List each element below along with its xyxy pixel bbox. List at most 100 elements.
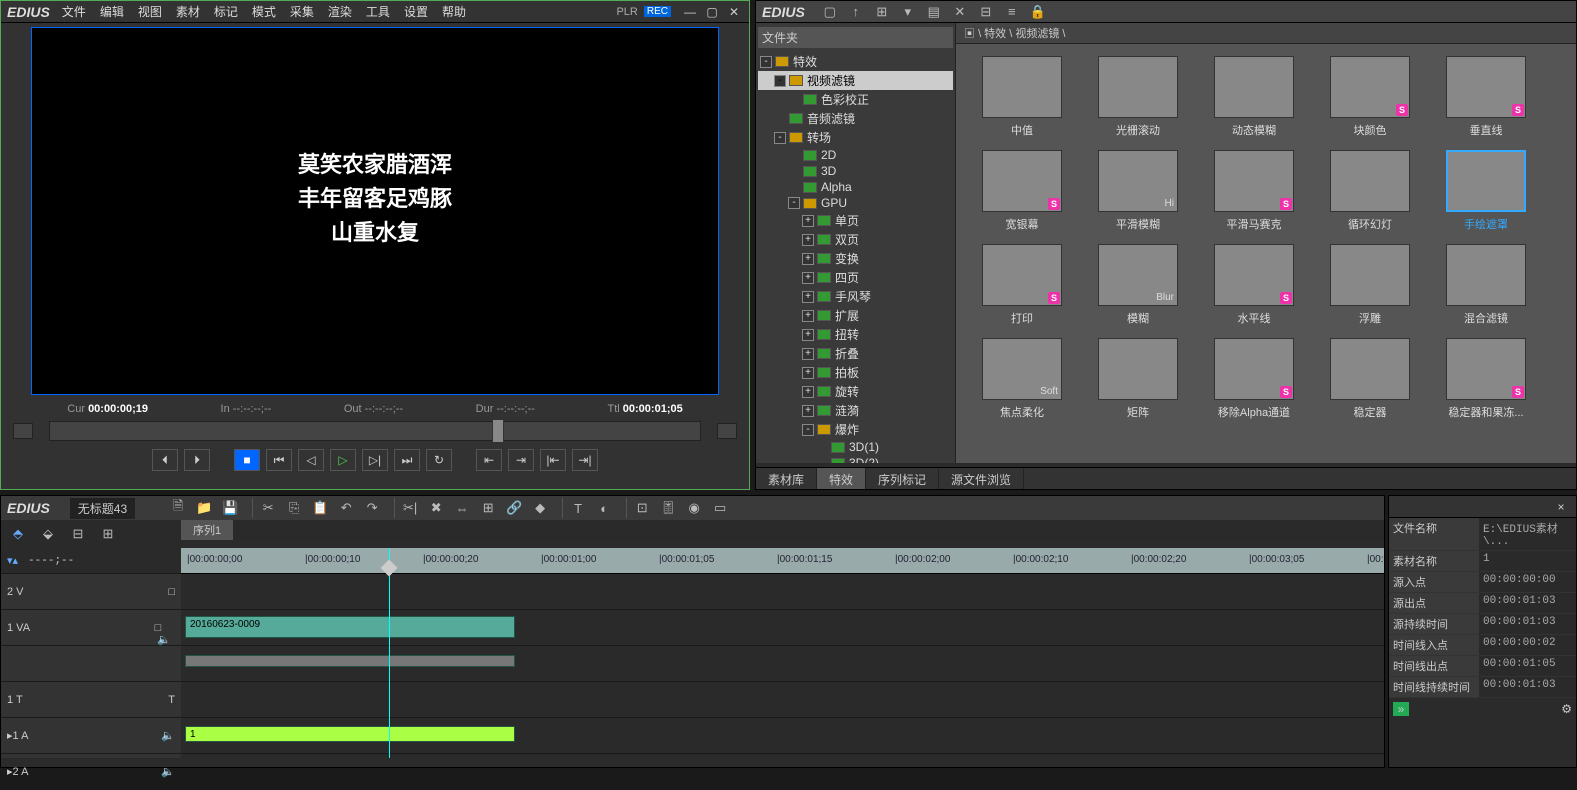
view-icon[interactable]: ▤ [923, 2, 945, 22]
expand-icon[interactable]: + [802, 215, 814, 227]
set-out-button[interactable]: ⇥ [508, 449, 534, 471]
grid-icon[interactable]: ⊟ [975, 2, 997, 22]
shuttle-right[interactable] [717, 423, 737, 439]
expand-icon[interactable]: + [802, 234, 814, 246]
tool-open[interactable]: 📁 [193, 498, 215, 518]
tool-razor[interactable]: ✂| [399, 498, 421, 518]
expand-icon[interactable]: + [802, 405, 814, 417]
up-icon[interactable]: ↑ [845, 1, 867, 21]
menu-素材[interactable]: 素材 [176, 5, 200, 19]
tree-node-单页[interactable]: +单页 [758, 211, 953, 230]
goto-in-button[interactable]: |⇤ [540, 449, 566, 471]
audio-waveform[interactable] [185, 655, 515, 667]
tree-node-扩展[interactable]: +扩展 [758, 306, 953, 325]
tree-node-转场[interactable]: -转场 [758, 128, 953, 147]
goto-out-button[interactable]: ⇥| [572, 449, 598, 471]
tab-素材库[interactable]: 素材库 [756, 468, 817, 489]
tree-node-音频滤镜[interactable]: 音频滤镜 [758, 109, 953, 128]
tree-node-爆炸[interactable]: -爆炸 [758, 420, 953, 439]
expand-icon[interactable]: + [802, 348, 814, 360]
effect-浮雕[interactable]: 浮雕 [1316, 244, 1424, 326]
effects-tree[interactable]: 文件夹 -特效-视频滤镜色彩校正音频滤镜-转场2D3DAlpha-GPU+单页+… [756, 23, 956, 463]
playhead[interactable] [389, 548, 390, 758]
effect-块颜色[interactable]: S块颜色 [1316, 56, 1424, 138]
track-▸1 A[interactable]: ▸1 A🔈 [1, 718, 181, 754]
x-icon[interactable]: ✕ [949, 2, 971, 22]
tool-marker[interactable]: ◆ [529, 498, 551, 518]
track-1 VA[interactable]: 1 VA□🔈 [1, 610, 181, 646]
effect-垂直线[interactable]: S垂直线 [1432, 56, 1540, 138]
tool-group[interactable]: ⊞ [477, 498, 499, 518]
rec-badge[interactable]: REC [644, 6, 671, 17]
mode-a[interactable]: ⬘ [7, 524, 29, 544]
tool-fade[interactable]: ◐ [593, 498, 615, 518]
expand-icon[interactable]: + [802, 291, 814, 303]
effect-矩阵[interactable]: 矩阵 [1084, 338, 1192, 420]
tool-link[interactable]: 🔗 [503, 498, 525, 518]
lock-icon[interactable]: 🔒 [1027, 2, 1049, 22]
effect-打印[interactable]: S打印 [968, 244, 1076, 326]
effect-中值[interactable]: 中值 [968, 56, 1076, 138]
mark-out-button[interactable]: ⏵ [184, 449, 210, 471]
menu-设置[interactable]: 设置 [404, 5, 428, 19]
expand-icon[interactable]: - [774, 75, 786, 87]
shuttle-left[interactable] [13, 423, 33, 439]
tool-redo[interactable]: ↷ [361, 498, 383, 518]
tool-delete[interactable]: ✖ [425, 498, 447, 518]
tree-node-折叠[interactable]: +折叠 [758, 344, 953, 363]
effect-循环幻灯[interactable]: 循环幻灯 [1316, 150, 1424, 232]
preview-viewport[interactable]: 莫笑农家腊酒浑 丰年留客足鸡豚 山重水复 [31, 27, 719, 395]
track-▸2 A[interactable]: ▸2 A🔈 [1, 754, 181, 790]
expand-icon[interactable]: - [802, 424, 814, 436]
effect-动态模糊[interactable]: 动态模糊 [1200, 56, 1308, 138]
effect-焦点柔化[interactable]: Soft焦点柔化 [968, 338, 1076, 420]
effect-稳定器[interactable]: 稳定器 [1316, 338, 1424, 420]
tree-node-3D(1)[interactable]: 3D(1) [758, 439, 953, 455]
tool-cut[interactable]: ✂ [257, 498, 279, 518]
expand-icon[interactable]: + [802, 367, 814, 379]
menu-工具[interactable]: 工具 [366, 5, 390, 19]
tree-node-双页[interactable]: +双页 [758, 230, 953, 249]
menu-采集[interactable]: 采集 [290, 5, 314, 19]
effect-移除Alpha通道[interactable]: S移除Alpha通道 [1200, 338, 1308, 420]
tool-ripple[interactable]: ⇔ [451, 498, 473, 518]
menu-渲染[interactable]: 渲染 [328, 5, 352, 19]
tree-node-3D[interactable]: 3D [758, 163, 953, 179]
menu-标记[interactable]: 标记 [214, 5, 238, 19]
tab-源文件浏览[interactable]: 源文件浏览 [939, 468, 1024, 489]
tab-特效[interactable]: 特效 [817, 468, 866, 489]
effect-手绘遮罩[interactable]: 手绘遮罩 [1432, 150, 1540, 232]
shuttle-slider[interactable] [49, 421, 701, 441]
tree-node-扭转[interactable]: +扭转 [758, 325, 953, 344]
tab-序列标记[interactable]: 序列标记 [866, 468, 939, 489]
menu-模式[interactable]: 模式 [252, 5, 276, 19]
set-in-button[interactable]: ⇤ [476, 449, 502, 471]
rewind-button[interactable]: ⏮ [266, 449, 292, 471]
settings-icon[interactable]: ⚙ [1561, 702, 1572, 716]
timeline-ruler[interactable]: |00:00:00;00|00:00:00;10|00:00:00;20|00:… [181, 548, 1384, 574]
maximize-icon[interactable]: ▢ [703, 5, 721, 19]
tool-mixer[interactable]: 🎚 [657, 498, 679, 518]
tree-node-旋转[interactable]: +旋转 [758, 382, 953, 401]
tool-save[interactable]: 💾 [219, 498, 241, 518]
tool-new[interactable]: 🗎 [167, 498, 189, 518]
expand-icon[interactable]: - [760, 56, 772, 68]
track-1 T[interactable]: 1 TT [1, 682, 181, 718]
effect-稳定器和果冻...[interactable]: S稳定器和果冻... [1432, 338, 1540, 420]
tree-node-GPU[interactable]: -GPU [758, 195, 953, 211]
effect-光栅滚动[interactable]: 光栅滚动 [1084, 56, 1192, 138]
loop-button[interactable]: ↻ [426, 449, 452, 471]
expand-icon[interactable]: + [802, 272, 814, 284]
tool-snap[interactable]: ⊡ [631, 498, 653, 518]
fast-fwd-button[interactable]: ⏭ [394, 449, 420, 471]
menu-视图[interactable]: 视图 [138, 5, 162, 19]
tree-node-四页[interactable]: +四页 [758, 268, 953, 287]
play-button[interactable]: ▷ [330, 449, 356, 471]
folder-icon[interactable]: ▢ [819, 2, 841, 22]
effect-模糊[interactable]: Blur模糊 [1084, 244, 1192, 326]
expand-icon[interactable]: + [802, 329, 814, 341]
close-icon[interactable]: × [1552, 500, 1570, 514]
step-back-button[interactable]: ◁ [298, 449, 324, 471]
mode-b[interactable]: ⬙ [37, 524, 59, 544]
effect-平滑马赛克[interactable]: S平滑马赛克 [1200, 150, 1308, 232]
